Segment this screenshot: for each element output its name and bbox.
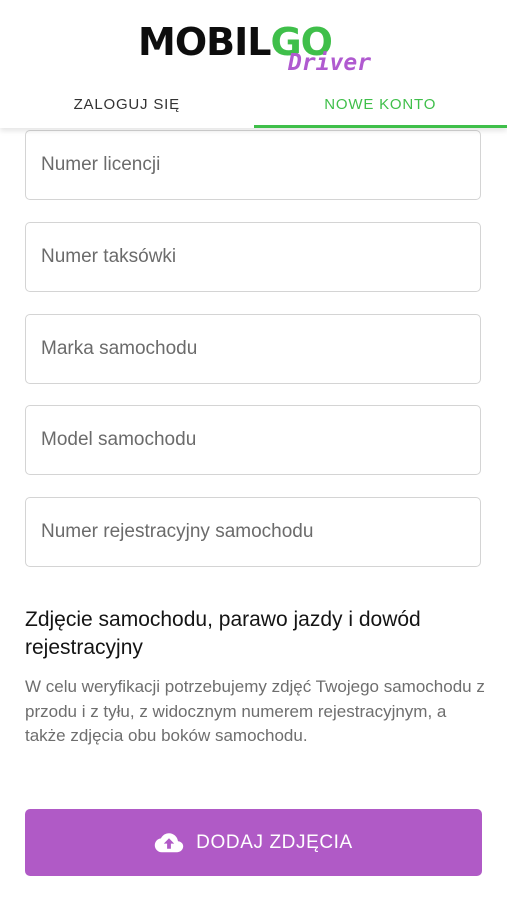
app-header: MOBILGO Driver ZALOGUJ SIĘ NOWE KONTO xyxy=(0,0,507,128)
add-photos-button[interactable]: DODAJ ZDJĘCIA xyxy=(25,809,482,876)
add-photos-button-label: DODAJ ZDJĘCIA xyxy=(196,831,353,853)
license-number-field[interactable] xyxy=(25,130,481,200)
photos-section-title: Zdjęcie samochodu, parawo jazdy i dowód … xyxy=(25,608,421,659)
taxi-number-field[interactable] xyxy=(25,222,481,292)
auth-tabs: ZALOGUJ SIĘ NOWE KONTO xyxy=(0,80,507,128)
logo-mobil-text: MOBIL xyxy=(138,20,271,64)
tab-new-account[interactable]: NOWE KONTO xyxy=(253,80,507,128)
cloud-upload-icon xyxy=(154,832,184,852)
license-number-input[interactable] xyxy=(41,154,480,176)
mobilgo-driver-logo: MOBILGO Driver xyxy=(138,20,378,76)
logo-driver-text: Driver xyxy=(288,50,372,76)
car-model-field[interactable] xyxy=(25,405,481,475)
registration-number-input[interactable] xyxy=(41,521,480,543)
photos-section-description: W celu weryfikacji potrzebujemy zdjęć Tw… xyxy=(25,677,485,745)
registration-number-field[interactable] xyxy=(25,497,481,567)
car-make-field[interactable] xyxy=(25,314,481,384)
car-make-input[interactable] xyxy=(41,338,480,360)
tab-login[interactable]: ZALOGUJ SIĘ xyxy=(0,80,254,128)
car-model-input[interactable] xyxy=(41,429,480,451)
taxi-number-input[interactable] xyxy=(41,246,480,268)
